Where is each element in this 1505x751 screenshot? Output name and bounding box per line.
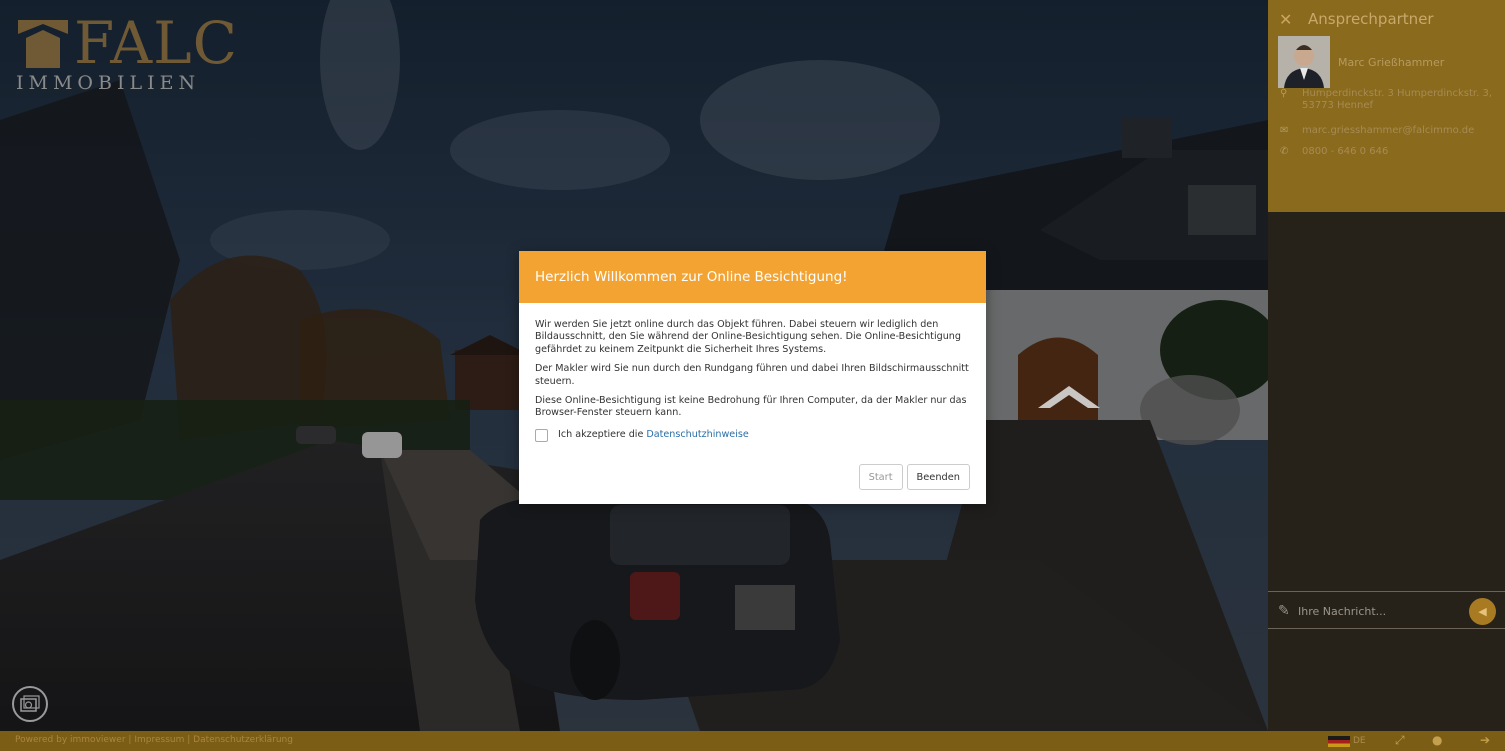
phone-icon: ✆ bbox=[1280, 146, 1289, 157]
falc-logo: FALC IMMOBILIEN bbox=[16, 12, 237, 94]
contact-panel-title: Ansprechpartner bbox=[1308, 10, 1434, 28]
chat-bubble-icon[interactable]: ● bbox=[1432, 733, 1442, 747]
envelope-icon: ✉ bbox=[1280, 125, 1289, 136]
logo-subtitle: IMMOBILIEN bbox=[16, 72, 201, 94]
phone-row[interactable]: ✆ 0800 - 646 0 646 bbox=[1280, 146, 1498, 158]
dialog-title: Herzlich Willkommen zur Online Besichtig… bbox=[535, 269, 848, 285]
privacy-consent-label: Ich akzeptiere die bbox=[558, 429, 644, 441]
privacy-notice-link[interactable]: Datenschutzhinweise bbox=[646, 429, 748, 441]
dialog-actions: Start Beenden bbox=[858, 464, 970, 490]
contact-panel: ✕ Ansprechpartner Marc Grießhammer ⚲ Hump… bbox=[1268, 0, 1505, 731]
navigate-forward-arrow-icon[interactable] bbox=[1038, 382, 1100, 408]
end-button[interactable]: Beenden bbox=[906, 464, 970, 490]
close-icon[interactable]: ✕ bbox=[1279, 10, 1292, 29]
dialog-paragraph-3: Diese Online-Besichtigung ist keine Bedr… bbox=[535, 395, 967, 419]
privacy-consent-checkbox[interactable] bbox=[535, 428, 548, 442]
powered-by-link[interactable]: Powered by immoviewer bbox=[15, 735, 126, 745]
start-button[interactable]: Start bbox=[858, 464, 903, 490]
language-label[interactable]: DE bbox=[1353, 736, 1366, 746]
welcome-dialog: Herzlich Willkommen zur Online Besichtig… bbox=[519, 251, 986, 504]
contact-panel-header: ✕ Ansprechpartner Marc Grießhammer ⚲ Hump… bbox=[1268, 0, 1505, 212]
fullscreen-icon[interactable]: ⤢ bbox=[1395, 733, 1405, 748]
logo-wordmark: FALC bbox=[74, 9, 238, 77]
privacy-link[interactable]: Datenschutzerklärung bbox=[193, 735, 293, 745]
agent-name: Marc Grießhammer bbox=[1338, 56, 1445, 69]
privacy-consent-row: Ich akzeptiere die Datenschutzhinweise bbox=[535, 428, 970, 442]
email-row[interactable]: ✉ marc.griesshammer@falcimmo.de bbox=[1280, 125, 1498, 137]
dialog-paragraph-2: Der Makler wird Sie nun durch den Rundga… bbox=[535, 363, 969, 387]
agent-avatar bbox=[1278, 36, 1330, 88]
chat-message-input[interactable] bbox=[1298, 601, 1458, 621]
agent-photo bbox=[1278, 36, 1330, 88]
german-flag-icon[interactable] bbox=[1328, 736, 1350, 747]
chat-input-bar: ✎ ◀ bbox=[1268, 591, 1505, 629]
paperclip-icon[interactable]: ✎ bbox=[1278, 603, 1290, 619]
send-icon: ◀ bbox=[1478, 605, 1487, 618]
location-pin-icon: ⚲ bbox=[1280, 88, 1288, 99]
footer-links: Powered by immoviewer | Impressum | Date… bbox=[15, 735, 293, 745]
house-roof-logo-icon bbox=[18, 20, 68, 68]
send-button[interactable]: ◀ bbox=[1469, 598, 1496, 625]
footer-bar: Powered by immoviewer | Impressum | Date… bbox=[0, 731, 1505, 751]
impressum-link[interactable]: Impressum bbox=[134, 735, 184, 745]
gallery-button[interactable] bbox=[12, 686, 48, 722]
dialog-header: Herzlich Willkommen zur Online Besichtig… bbox=[519, 251, 986, 303]
address-row: ⚲ Humperdinckstr. 3 Humperdinckstr. 3, 53… bbox=[1280, 88, 1493, 111]
photo-gallery-icon bbox=[20, 695, 40, 712]
dialog-body: Wir werden Sie jetzt online durch das Ob… bbox=[519, 303, 986, 442]
exit-icon[interactable]: ➔ bbox=[1480, 733, 1490, 747]
virtual-tour-app: FALC IMMOBILIEN ✕ Ansprechpartner Marc G… bbox=[0, 0, 1505, 751]
dialog-paragraph-1: Wir werden Sie jetzt online durch das Ob… bbox=[535, 319, 961, 355]
